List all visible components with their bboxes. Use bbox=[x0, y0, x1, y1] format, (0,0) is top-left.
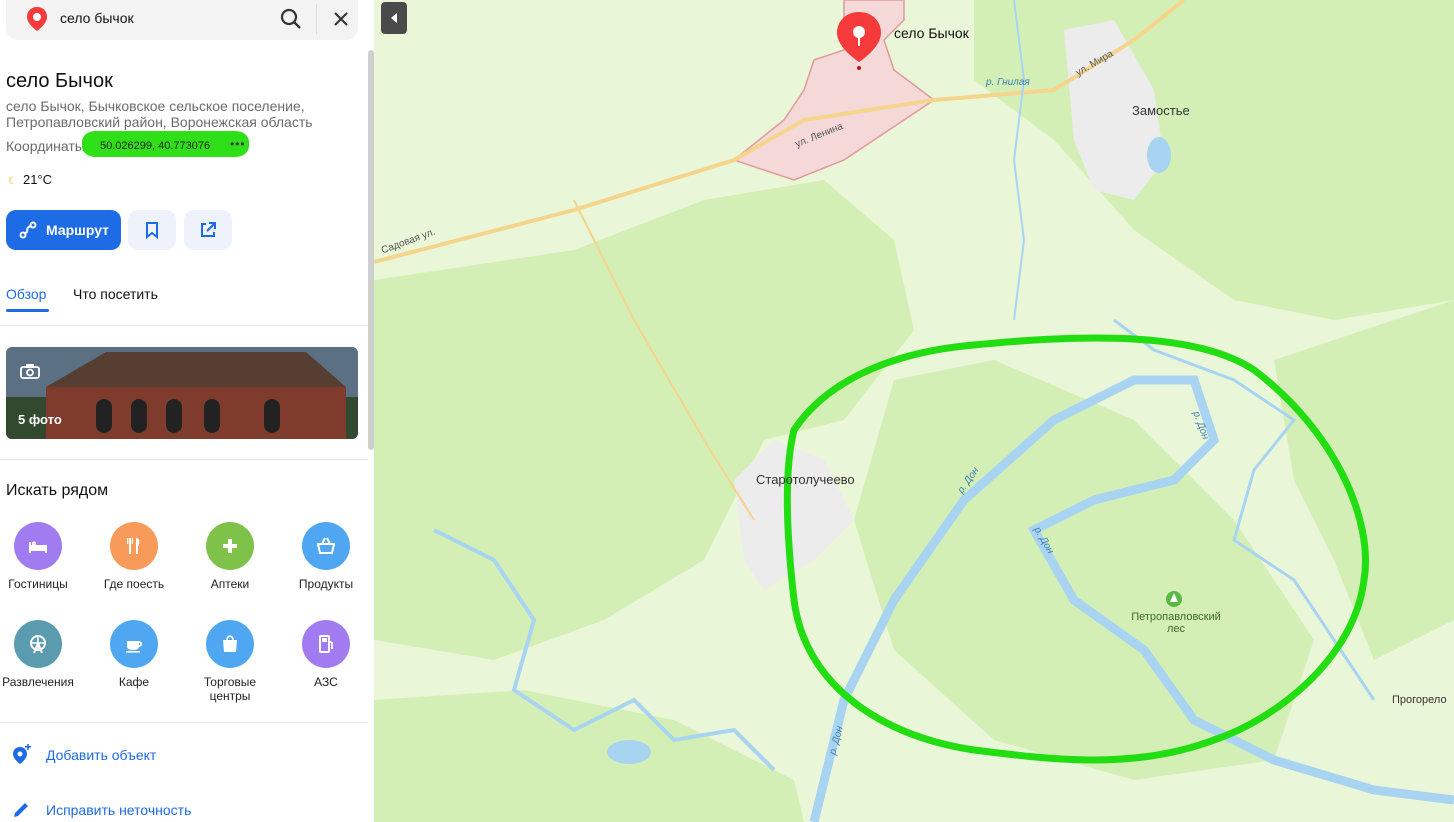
lake bbox=[607, 740, 651, 764]
route-button[interactable]: Маршрут bbox=[6, 210, 121, 250]
photo-count: 5 фото bbox=[18, 412, 62, 427]
forest-area bbox=[854, 360, 1314, 780]
forest-area bbox=[374, 180, 914, 660]
route-icon bbox=[18, 220, 38, 240]
bed-icon bbox=[14, 522, 62, 570]
add-place-pin-icon bbox=[6, 744, 36, 766]
route-button-label: Маршрут bbox=[46, 222, 110, 238]
coordinates-value[interactable]: 50.026299, 40.773076 bbox=[100, 140, 210, 152]
nearby-malls-label: Торговые центры bbox=[203, 675, 257, 703]
nearby-gas-stations-label: АЗС bbox=[314, 675, 338, 689]
sidebar-panel: село бычок село Бычок село Бычок, Бычков… bbox=[0, 0, 374, 822]
ferris-wheel-icon bbox=[14, 620, 62, 668]
photo-gallery[interactable]: 5 фото bbox=[6, 347, 358, 439]
report-error-label: Исправить неточность bbox=[46, 802, 192, 818]
place-address: село Бычок, Бычковское сельское поселени… bbox=[6, 98, 346, 130]
close-icon bbox=[334, 12, 348, 26]
pin-label: село Бычок bbox=[894, 25, 969, 41]
nearby-pharmacies[interactable]: Аптеки bbox=[182, 522, 278, 591]
triangle-left-icon bbox=[391, 13, 397, 23]
river-label-gnilaya: р. Гнилая bbox=[986, 77, 1030, 88]
divider bbox=[0, 722, 368, 723]
map-canvas[interactable] bbox=[374, 0, 1454, 822]
tab-overview[interactable]: Обзор bbox=[6, 286, 46, 302]
coffee-cup-icon bbox=[110, 620, 158, 668]
place-label-zamostye: Замостье bbox=[1132, 103, 1190, 118]
nearby-cafes[interactable]: Кафе bbox=[86, 620, 182, 689]
add-object-label: Добавить объект bbox=[46, 747, 157, 763]
nearby-pharmacies-label: Аптеки bbox=[210, 577, 250, 591]
address-line-1: село Бычок, Бычковское сельское поселени… bbox=[6, 98, 305, 114]
map-pin-icon bbox=[837, 12, 881, 70]
map-view[interactable]: село Бычок Замостье Старотолучеево Петро… bbox=[374, 0, 1454, 822]
forest-label-line2: лес bbox=[1166, 623, 1186, 635]
sidebar-scrollbar[interactable] bbox=[368, 50, 374, 450]
forest-area bbox=[1274, 300, 1454, 660]
search-icon bbox=[280, 8, 301, 29]
place-pin[interactable] bbox=[835, 10, 883, 70]
weather: ☾ 21°C bbox=[8, 172, 52, 187]
place-label-starotoluchevo: Старотолучеево bbox=[756, 472, 855, 487]
forest-label: Петропавловский лес bbox=[1126, 611, 1226, 635]
place-title: село Бычок bbox=[6, 70, 113, 92]
weather-temp: 21°C bbox=[22, 172, 53, 187]
nearby-entertainment-label: Развлечения bbox=[2, 675, 74, 689]
coordinates-label: Координаты: bbox=[6, 138, 89, 154]
forest-label-line1: Петропавловский bbox=[1131, 611, 1221, 623]
search-button[interactable] bbox=[278, 6, 304, 32]
nearby-hotels-label: Гостиницы bbox=[8, 577, 68, 591]
nearby-groceries-label: Продукты bbox=[298, 577, 354, 591]
nearby-hotels[interactable]: Гостиницы bbox=[0, 522, 86, 591]
tab-active-indicator bbox=[6, 309, 49, 312]
pharmacy-cross-icon bbox=[206, 522, 254, 570]
report-error-link[interactable]: Исправить неточность bbox=[6, 800, 191, 820]
forest-area bbox=[374, 690, 804, 822]
bookmark-icon bbox=[146, 222, 158, 239]
nearby-gas-stations[interactable]: АЗС bbox=[278, 620, 374, 689]
collapse-sidebar-button[interactable] bbox=[381, 2, 407, 34]
search-input[interactable]: село бычок bbox=[60, 10, 134, 26]
lake bbox=[1147, 137, 1171, 173]
coordinates-more-button[interactable]: ••• bbox=[230, 137, 246, 151]
nearby-food[interactable]: Где поесть bbox=[86, 522, 182, 591]
place-label-progorelo: Прогорело bbox=[1392, 694, 1447, 706]
tab-what-to-visit[interactable]: Что посетить bbox=[73, 286, 158, 302]
nearby-groceries[interactable]: Продукты bbox=[278, 522, 374, 591]
share-button[interactable] bbox=[184, 210, 232, 250]
pencil-icon bbox=[6, 800, 36, 820]
fork-knife-icon bbox=[110, 522, 158, 570]
divider bbox=[0, 459, 368, 460]
nearby-malls[interactable]: Торговые центры bbox=[182, 620, 278, 703]
moon-icon: ☾ bbox=[8, 176, 17, 187]
divider bbox=[0, 325, 368, 326]
fuel-icon bbox=[302, 620, 350, 668]
basket-icon bbox=[302, 522, 350, 570]
shopping-bag-icon bbox=[206, 620, 254, 668]
nearby-title: Искать рядом bbox=[6, 482, 109, 499]
bookmark-button[interactable] bbox=[128, 210, 176, 250]
address-line-2: Петропавловский район, Воронежская облас… bbox=[6, 114, 313, 130]
location-pin-icon bbox=[26, 6, 48, 37]
camera-icon bbox=[20, 363, 40, 384]
search-bar[interactable]: село бычок bbox=[6, 0, 358, 40]
nearby-cafes-label: Кафе bbox=[118, 675, 150, 689]
nearby-entertainment[interactable]: Развлечения bbox=[0, 620, 86, 689]
nearby-food-label: Где поесть bbox=[103, 577, 165, 591]
share-icon bbox=[201, 222, 216, 237]
clear-search-button[interactable] bbox=[328, 6, 354, 32]
search-divider bbox=[316, 4, 317, 34]
add-object-link[interactable]: Добавить объект bbox=[6, 744, 156, 766]
forest-area bbox=[974, 0, 1454, 320]
